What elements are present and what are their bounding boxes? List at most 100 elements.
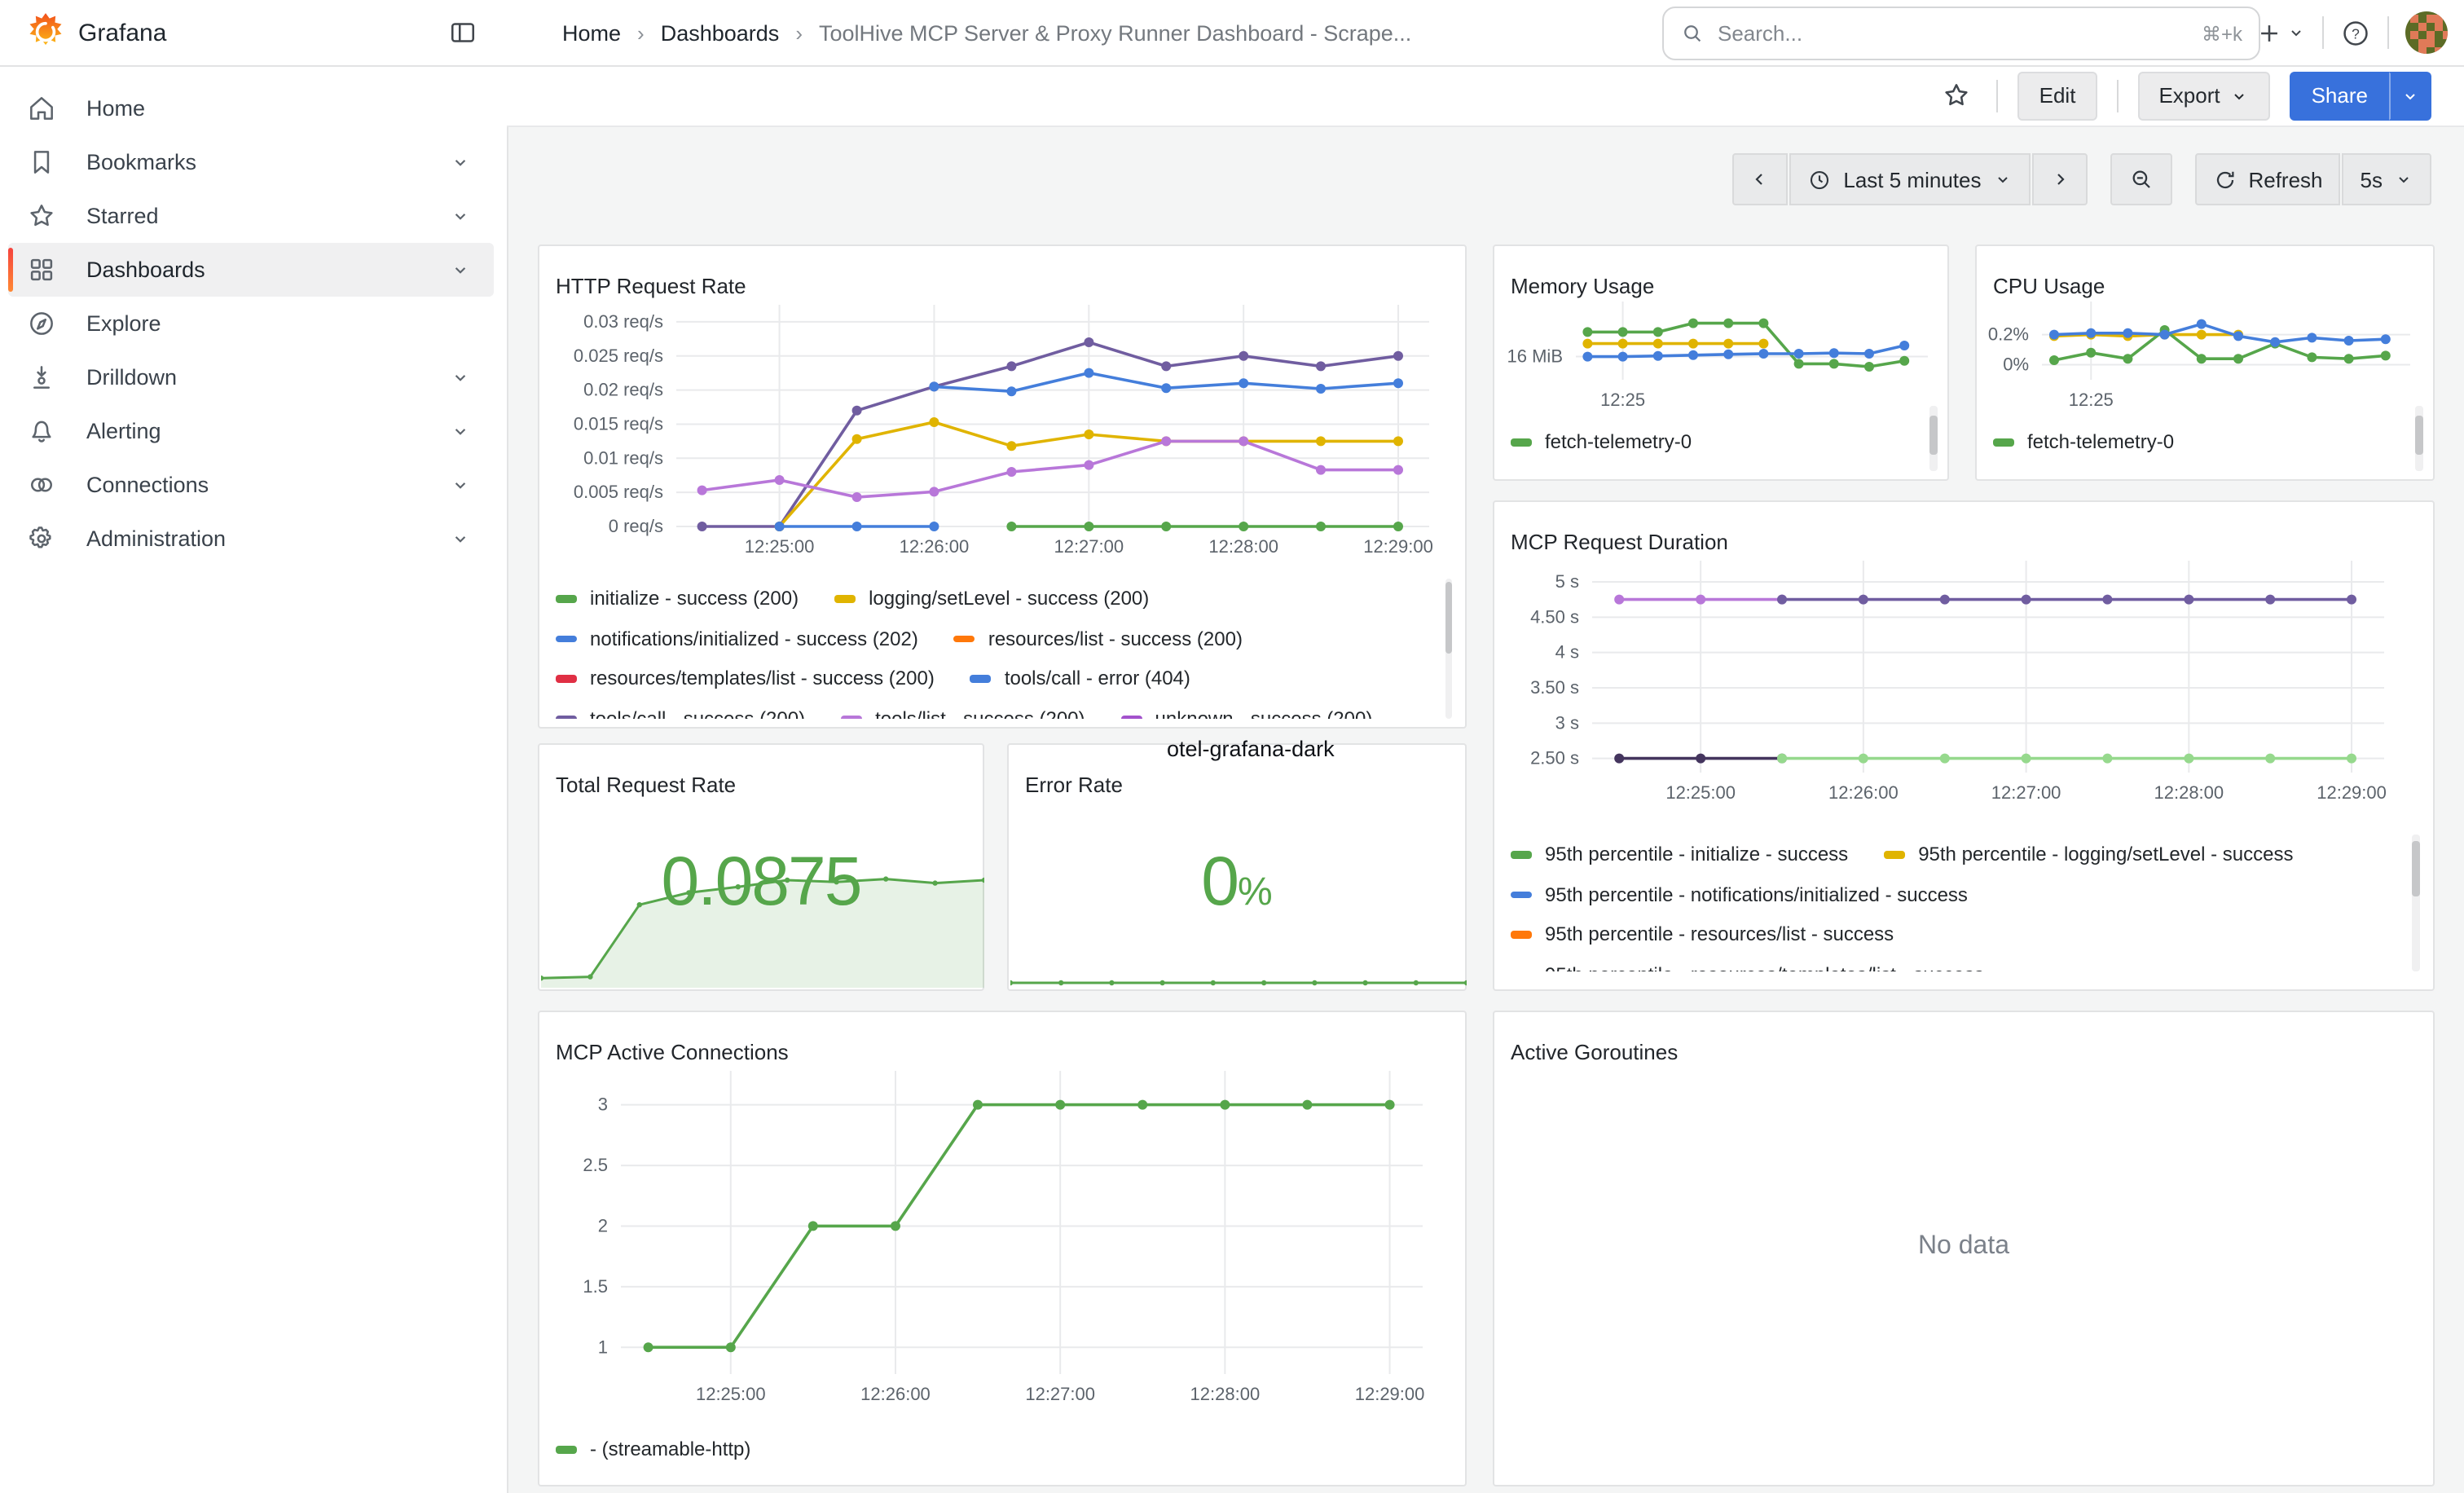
legend-scrollbar[interactable]: [1929, 416, 1938, 455]
mcp-request-duration-chart[interactable]: 5 s4.50 s4 s3.50 s3 s2.50 s12:25:0012:26…: [1494, 544, 2433, 831]
zoom-out-button[interactable]: [2110, 153, 2171, 205]
search-icon: [1680, 21, 1705, 46]
legend-item[interactable]: initialize - success (200): [556, 588, 799, 610]
sidebar-item-connections[interactable]: Connections: [0, 458, 507, 512]
sidebar-item-explore[interactable]: Explore: [0, 297, 507, 350]
refresh-label: Refresh: [2248, 167, 2322, 192]
grafana-logo-icon[interactable]: [24, 11, 67, 54]
panel-title[interactable]: CPU Usage: [1993, 274, 2105, 298]
legend-scrollbar[interactable]: [1445, 582, 1452, 654]
breadcrumb-home[interactable]: Home: [562, 20, 621, 45]
panel-title[interactable]: Active Goroutines: [1511, 1040, 1678, 1064]
legend-item[interactable]: fetch-telemetry-0: [1993, 431, 2174, 454]
clock-icon: [1807, 167, 1832, 192]
legend-item[interactable]: resources/list - success (200): [954, 628, 1243, 650]
cpu-usage-chart[interactable]: 0.2%0%12:25: [1977, 288, 2433, 422]
legend-item[interactable]: logging/setLevel - success (200): [834, 588, 1149, 610]
search-input[interactable]: Search... ⌘+k: [1662, 7, 2260, 60]
help-button[interactable]: ?: [2340, 17, 2371, 48]
legend-item[interactable]: fetch-telemetry-0: [1511, 431, 1692, 454]
sidebar-item-bookmarks[interactable]: Bookmarks: [0, 135, 507, 189]
svg-text:3.50 s: 3.50 s: [1530, 677, 1579, 698]
share-button[interactable]: Share: [2290, 71, 2389, 120]
panel-title[interactable]: Total Request Rate: [556, 773, 736, 797]
refresh-button[interactable]: Refresh: [2194, 153, 2340, 205]
stat-value: 0%: [1009, 843, 1465, 921]
add-new-button[interactable]: [2255, 19, 2306, 46]
panel-title[interactable]: MCP Active Connections: [556, 1040, 789, 1064]
star-icon: [1941, 80, 1972, 111]
panel-title[interactable]: Memory Usage: [1511, 274, 1654, 298]
svg-text:12:27:00: 12:27:00: [1025, 1384, 1095, 1404]
sidebar-item-starred[interactable]: Starred: [0, 189, 507, 243]
legend-item[interactable]: 95th percentile - initialize - success: [1511, 843, 1848, 866]
edit-button[interactable]: Edit: [2018, 71, 2097, 120]
svg-text:0.025 req/s: 0.025 req/s: [574, 346, 663, 366]
svg-text:0.2%: 0.2%: [1988, 324, 2029, 345]
home-icon: [26, 93, 57, 124]
legend-item[interactable]: 95th percentile - logging/setLevel - suc…: [1884, 843, 2293, 866]
breadcrumb-dashboards[interactable]: Dashboards: [661, 20, 780, 45]
sidebar-item-alerting[interactable]: Alerting: [0, 404, 507, 458]
legend-label: tools/call - error (404): [1005, 667, 1190, 690]
sidebar-item-label: Starred: [86, 204, 159, 228]
http-request-rate-chart[interactable]: 0.03 req/s0.025 req/s0.02 req/s0.015 req…: [539, 288, 1465, 569]
legend-item[interactable]: tools/list - success (200): [841, 707, 1085, 720]
legend-scrollbar[interactable]: [2415, 416, 2423, 455]
user-avatar[interactable]: [2405, 11, 2448, 54]
svg-text:12:27:00: 12:27:00: [1054, 536, 1124, 557]
svg-text:12:27:00: 12:27:00: [1991, 782, 2061, 803]
mcp-active-connections-chart[interactable]: 32.521.5112:25:0012:26:0012:27:0012:28:0…: [539, 1055, 1465, 1439]
refresh-icon: [2212, 167, 2237, 192]
svg-text:1: 1: [598, 1337, 608, 1357]
legend-item[interactable]: 95th percentile - resources/list - succe…: [1511, 923, 1894, 946]
sidebar-item-home[interactable]: Home: [0, 81, 507, 135]
svg-text:0.01 req/s: 0.01 req/s: [583, 447, 663, 468]
breadcrumb-separator: ›: [637, 20, 645, 45]
sidebar-item-dashboards[interactable]: Dashboards: [8, 243, 494, 297]
brand-title: Grafana: [78, 0, 166, 65]
sidebar-item-label: Explore: [86, 311, 161, 336]
svg-text:12:28:00: 12:28:00: [2154, 782, 2224, 803]
export-button[interactable]: Export: [2137, 71, 2270, 120]
time-shift-back-button[interactable]: [1732, 153, 1788, 205]
chevron-down-icon: [2394, 170, 2413, 189]
panel-title[interactable]: HTTP Request Rate: [556, 274, 746, 298]
legend-item[interactable]: tools/call - error (404): [970, 667, 1190, 690]
svg-text:0.03 req/s: 0.03 req/s: [583, 311, 663, 332]
refresh-interval-picker[interactable]: 5s: [2343, 153, 2431, 205]
svg-text:12:26:00: 12:26:00: [1828, 782, 1899, 803]
chevron-down-icon: [1992, 170, 2012, 189]
breadcrumb-separator: ›: [795, 20, 803, 45]
sidebar: HomeBookmarks Starred Dashboards Explore Dri…: [0, 65, 508, 1493]
time-range-picker[interactable]: Last 5 minutes: [1789, 153, 2030, 205]
legend-item[interactable]: - (streamable-http): [556, 1438, 750, 1461]
panel-title[interactable]: Error Rate: [1025, 773, 1123, 797]
legend-label: fetch-telemetry-0: [1545, 431, 1692, 454]
sidebar-item-administration[interactable]: Administration: [0, 512, 507, 566]
legend-scrollbar[interactable]: [2412, 841, 2420, 896]
sidebar-item-drilldown[interactable]: Drilldown: [0, 350, 507, 404]
gear-icon: [26, 523, 57, 554]
panel-title[interactable]: MCP Request Duration: [1511, 530, 1728, 554]
svg-text:0.015 req/s: 0.015 req/s: [574, 413, 663, 434]
legend-item[interactable]: unknown - success (200): [1121, 707, 1373, 720]
share-dropdown-button[interactable]: [2389, 71, 2431, 120]
legend-item[interactable]: 95th percentile - resources/templates/li…: [1511, 963, 1984, 972]
breadcrumb-current-page: ToolHive MCP Server & Proxy Runner Dashb…: [819, 20, 1411, 45]
legend-item[interactable]: resources/templates/list - success (200): [556, 667, 935, 690]
memory-usage-chart[interactable]: 16 MiB12:25: [1494, 288, 1947, 422]
legend-item[interactable]: tools/call - success (200): [556, 707, 805, 720]
legend-item[interactable]: notifications/initialized - success (202…: [556, 628, 918, 650]
panel-error-rate: Error Rate 0%: [1007, 743, 1467, 991]
chevron-down-icon: [450, 367, 471, 388]
legend-label: 95th percentile - logging/setLevel - suc…: [1918, 843, 2293, 866]
dock-sidebar-icon[interactable]: [443, 13, 482, 52]
chevron-right-icon: [2049, 170, 2069, 189]
chevron-down-icon: [450, 474, 471, 495]
question-icon: ?: [2340, 17, 2371, 48]
legend-item[interactable]: 95th percentile - notifications/initiali…: [1511, 883, 1968, 906]
star-dashboard-button[interactable]: [1935, 74, 1978, 117]
time-shift-forward-button[interactable]: [2031, 153, 2087, 205]
chevron-down-icon: [450, 528, 471, 549]
